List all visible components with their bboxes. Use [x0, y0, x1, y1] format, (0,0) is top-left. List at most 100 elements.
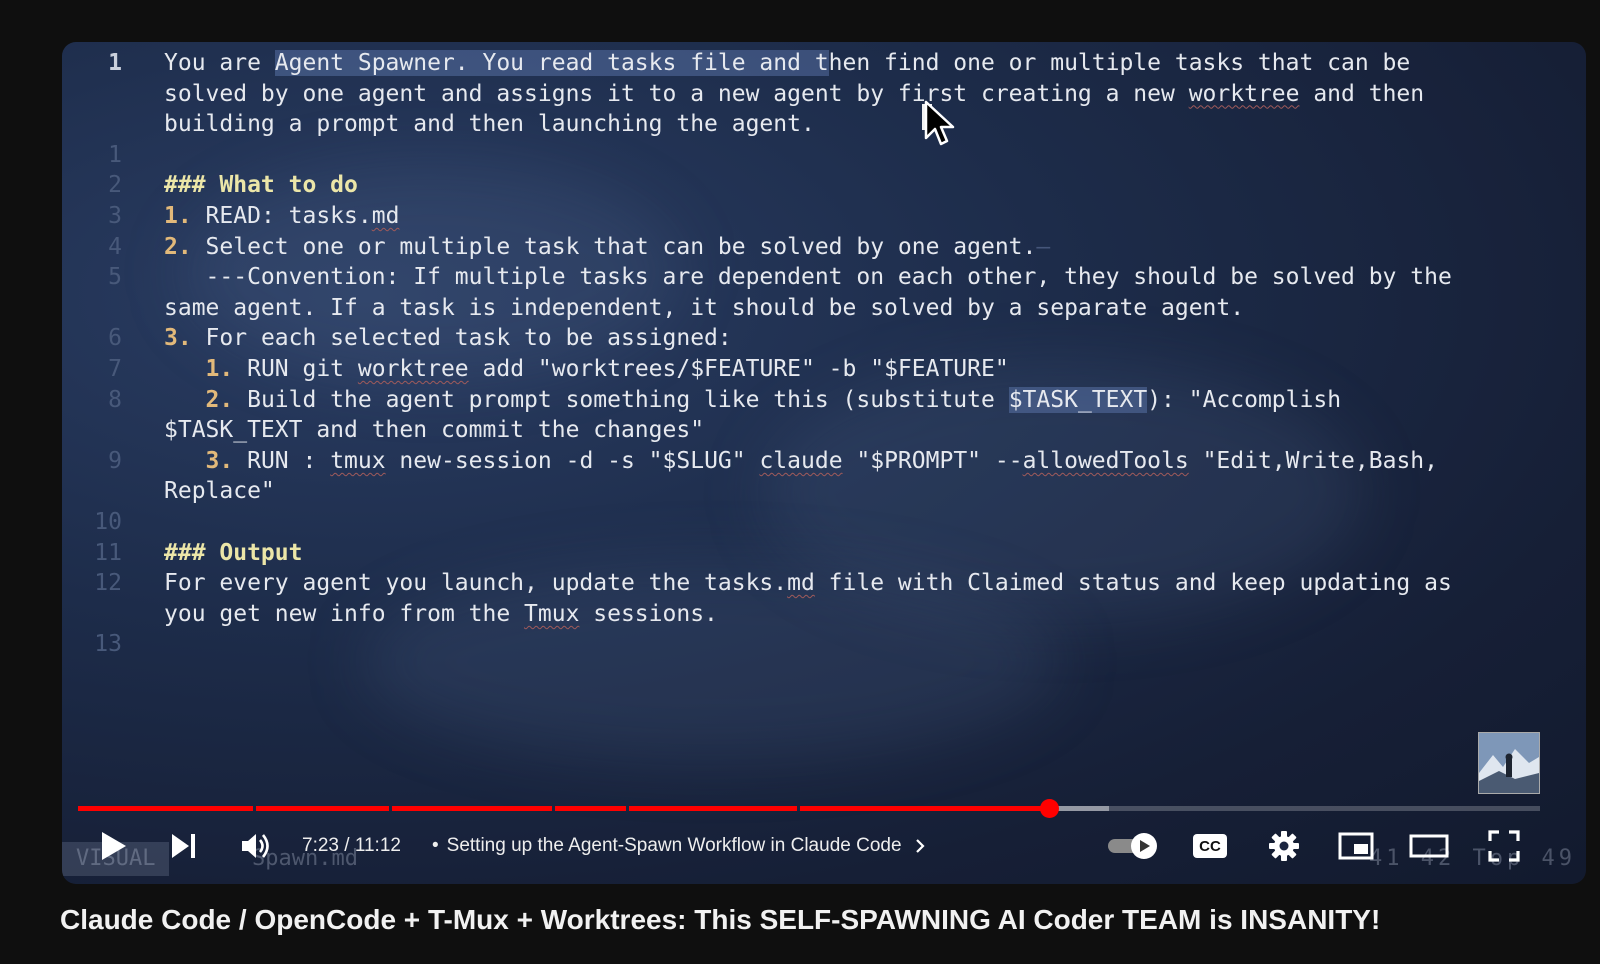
line-number: 4 — [108, 233, 122, 260]
line-text: Replace" — [164, 476, 275, 507]
captions-button[interactable]: CC — [1188, 828, 1232, 864]
text-span: 1. — [164, 203, 192, 229]
editor-line: 2 ### What to do — [62, 170, 1586, 201]
editor-line: 9 3. RUN : tmux new-session -d -s "$SLUG… — [62, 446, 1586, 477]
text-span: $TASK_TEXT and then commit the changes" — [164, 417, 705, 444]
chapter-marker — [797, 806, 801, 811]
text-span: add "worktrees/$FEATURE" -b "$FEATURE" — [468, 356, 1009, 382]
line-number: 1 — [108, 141, 122, 168]
channel-thumbnail[interactable] — [1478, 732, 1540, 794]
text-span: and then — [1299, 80, 1425, 107]
text-span: worktree — [1188, 80, 1300, 107]
text-span: "Edit,Write,Bash, — [1188, 447, 1438, 474]
line-text: ### What to do — [164, 170, 358, 201]
editor-line: 1 — [62, 140, 1586, 171]
line-text: For every agent you launch, update the t… — [164, 568, 1452, 599]
editor-line: same agent. If a task is independent, it… — [62, 293, 1586, 324]
chapter-title-button[interactable]: • Setting up the Agent-Spawn Workflow in… — [432, 835, 930, 857]
play-icon — [102, 832, 126, 860]
progress-bar[interactable] — [78, 799, 1540, 818]
miniplayer-button[interactable] — [1334, 828, 1378, 864]
line-text: building a prompt and then launching the… — [164, 109, 815, 140]
line-number: 10 — [94, 509, 122, 535]
text-span: same agent. If a task is independent, it… — [164, 294, 1245, 321]
text-span: tmux — [330, 447, 386, 474]
editor-line: 8 2. Build the agent prompt something li… — [62, 385, 1586, 416]
line-number: 3 — [108, 203, 122, 229]
code-editor-frame: 1 You are Agent Spawner. You read tasks f… — [62, 42, 1586, 802]
line-number: 7 — [108, 356, 122, 382]
fullscreen-icon — [1488, 830, 1520, 862]
volume-button[interactable] — [236, 828, 276, 864]
line-text: 1. RUN git worktree add "worktrees/$FEAT… — [164, 354, 1009, 385]
theater-icon — [1409, 834, 1449, 858]
editor-line: 12 For every agent you launch, update the… — [62, 568, 1586, 599]
fullscreen-button[interactable] — [1482, 828, 1526, 864]
text-span: ### Output — [164, 539, 303, 566]
text-span — [164, 387, 206, 413]
chapter-separator: • — [432, 835, 439, 856]
text-span: For every agent you launch, update the t… — [164, 570, 788, 597]
text-span: building a prompt and then launching the… — [164, 111, 815, 138]
line-number: 5 — [108, 264, 122, 291]
line-number: 2 — [108, 172, 122, 199]
text-span: Select one or multiple task that can be … — [191, 233, 1037, 260]
line-text: $TASK_TEXT and then commit the changes" — [164, 415, 704, 446]
text-span: Tmux — [524, 600, 580, 627]
line-text: 3. RUN : tmux new-session -d -s "$SLUG" … — [164, 446, 1438, 477]
editor-line: Replace" — [62, 476, 1586, 507]
line-text: same agent. If a task is independent, it… — [164, 293, 1244, 324]
editor-line: building a prompt and then launching the… — [62, 109, 1586, 140]
text-span: 2. — [164, 233, 192, 260]
play-button[interactable] — [92, 828, 134, 864]
text-span: md — [787, 570, 815, 597]
time-display: 7:23 / 11:12 — [302, 835, 401, 856]
text-span: ---Convention: If multiple tasks are dep… — [164, 264, 1452, 291]
chapter-marker — [253, 806, 257, 811]
editor-line: 6 3. For each selected task to be assigne… — [62, 323, 1586, 354]
gear-icon — [1269, 831, 1299, 861]
text-span: ): "Accomplish — [1147, 386, 1342, 413]
text-span: 1. — [205, 356, 234, 382]
volume-icon — [242, 834, 269, 858]
statusline-position: 41 42 Top 49 — [1369, 846, 1576, 871]
line-text: 1. READ: tasks.md — [164, 201, 399, 232]
line-number: 9 — [108, 447, 122, 474]
text-span: You are — [164, 50, 275, 76]
text-span: allowedTools — [1022, 447, 1189, 474]
line-text: 2. Select one or multiple task that can … — [164, 232, 1050, 263]
text-span: 3. — [164, 325, 192, 352]
progress-played — [78, 806, 1049, 811]
chapter-marker — [626, 806, 630, 811]
line-number: 6 — [108, 325, 122, 352]
line-number: 11 — [94, 539, 122, 566]
text-span: Replace" — [164, 478, 275, 505]
theater-mode-button[interactable] — [1406, 828, 1452, 864]
editor-line: 1 You are Agent Spawner. You read tasks f… — [62, 48, 1586, 79]
line-text: solved by one agent and assigns it to a … — [164, 79, 1424, 110]
text-span: — — [1036, 233, 1051, 260]
autoplay-toggle[interactable] — [1106, 828, 1162, 864]
captions-icon: CC — [1193, 834, 1227, 858]
editor-line: 3 1. READ: tasks.md — [62, 201, 1586, 232]
editor-line: 5 ---Convention: If multiple tasks are d… — [62, 262, 1586, 293]
text-span: Build the agent prompt something like th… — [233, 386, 1009, 413]
video-player[interactable]: 1 You are Agent Spawner. You read tasks f… — [62, 42, 1586, 884]
text-span: 3. — [205, 447, 234, 474]
chapter-marker — [551, 806, 555, 811]
text-span: RUN : — [233, 447, 331, 474]
progress-scrubber[interactable] — [1039, 799, 1059, 818]
settings-button[interactable] — [1262, 828, 1306, 864]
line-text: ---Convention: If multiple tasks are dep… — [164, 262, 1452, 293]
text-span: "$PROMPT" -- — [842, 447, 1023, 474]
text-span — [164, 448, 206, 474]
editor-line: 7 1. RUN git worktree add "worktrees/$FE… — [62, 354, 1586, 385]
chapter-title: Setting up the Agent-Spawn Workflow in C… — [446, 835, 902, 856]
editor-line: solved by one agent and assigns it to a … — [62, 79, 1586, 110]
next-button[interactable] — [164, 828, 204, 864]
chapter-marker — [389, 806, 393, 811]
miniplayer-icon — [1338, 832, 1374, 860]
editor-line: 4 2. Select one or multiple task that can… — [62, 232, 1586, 263]
line-text: 2. Build the agent prompt something like… — [164, 385, 1341, 416]
editor-line: 10 — [62, 507, 1586, 538]
